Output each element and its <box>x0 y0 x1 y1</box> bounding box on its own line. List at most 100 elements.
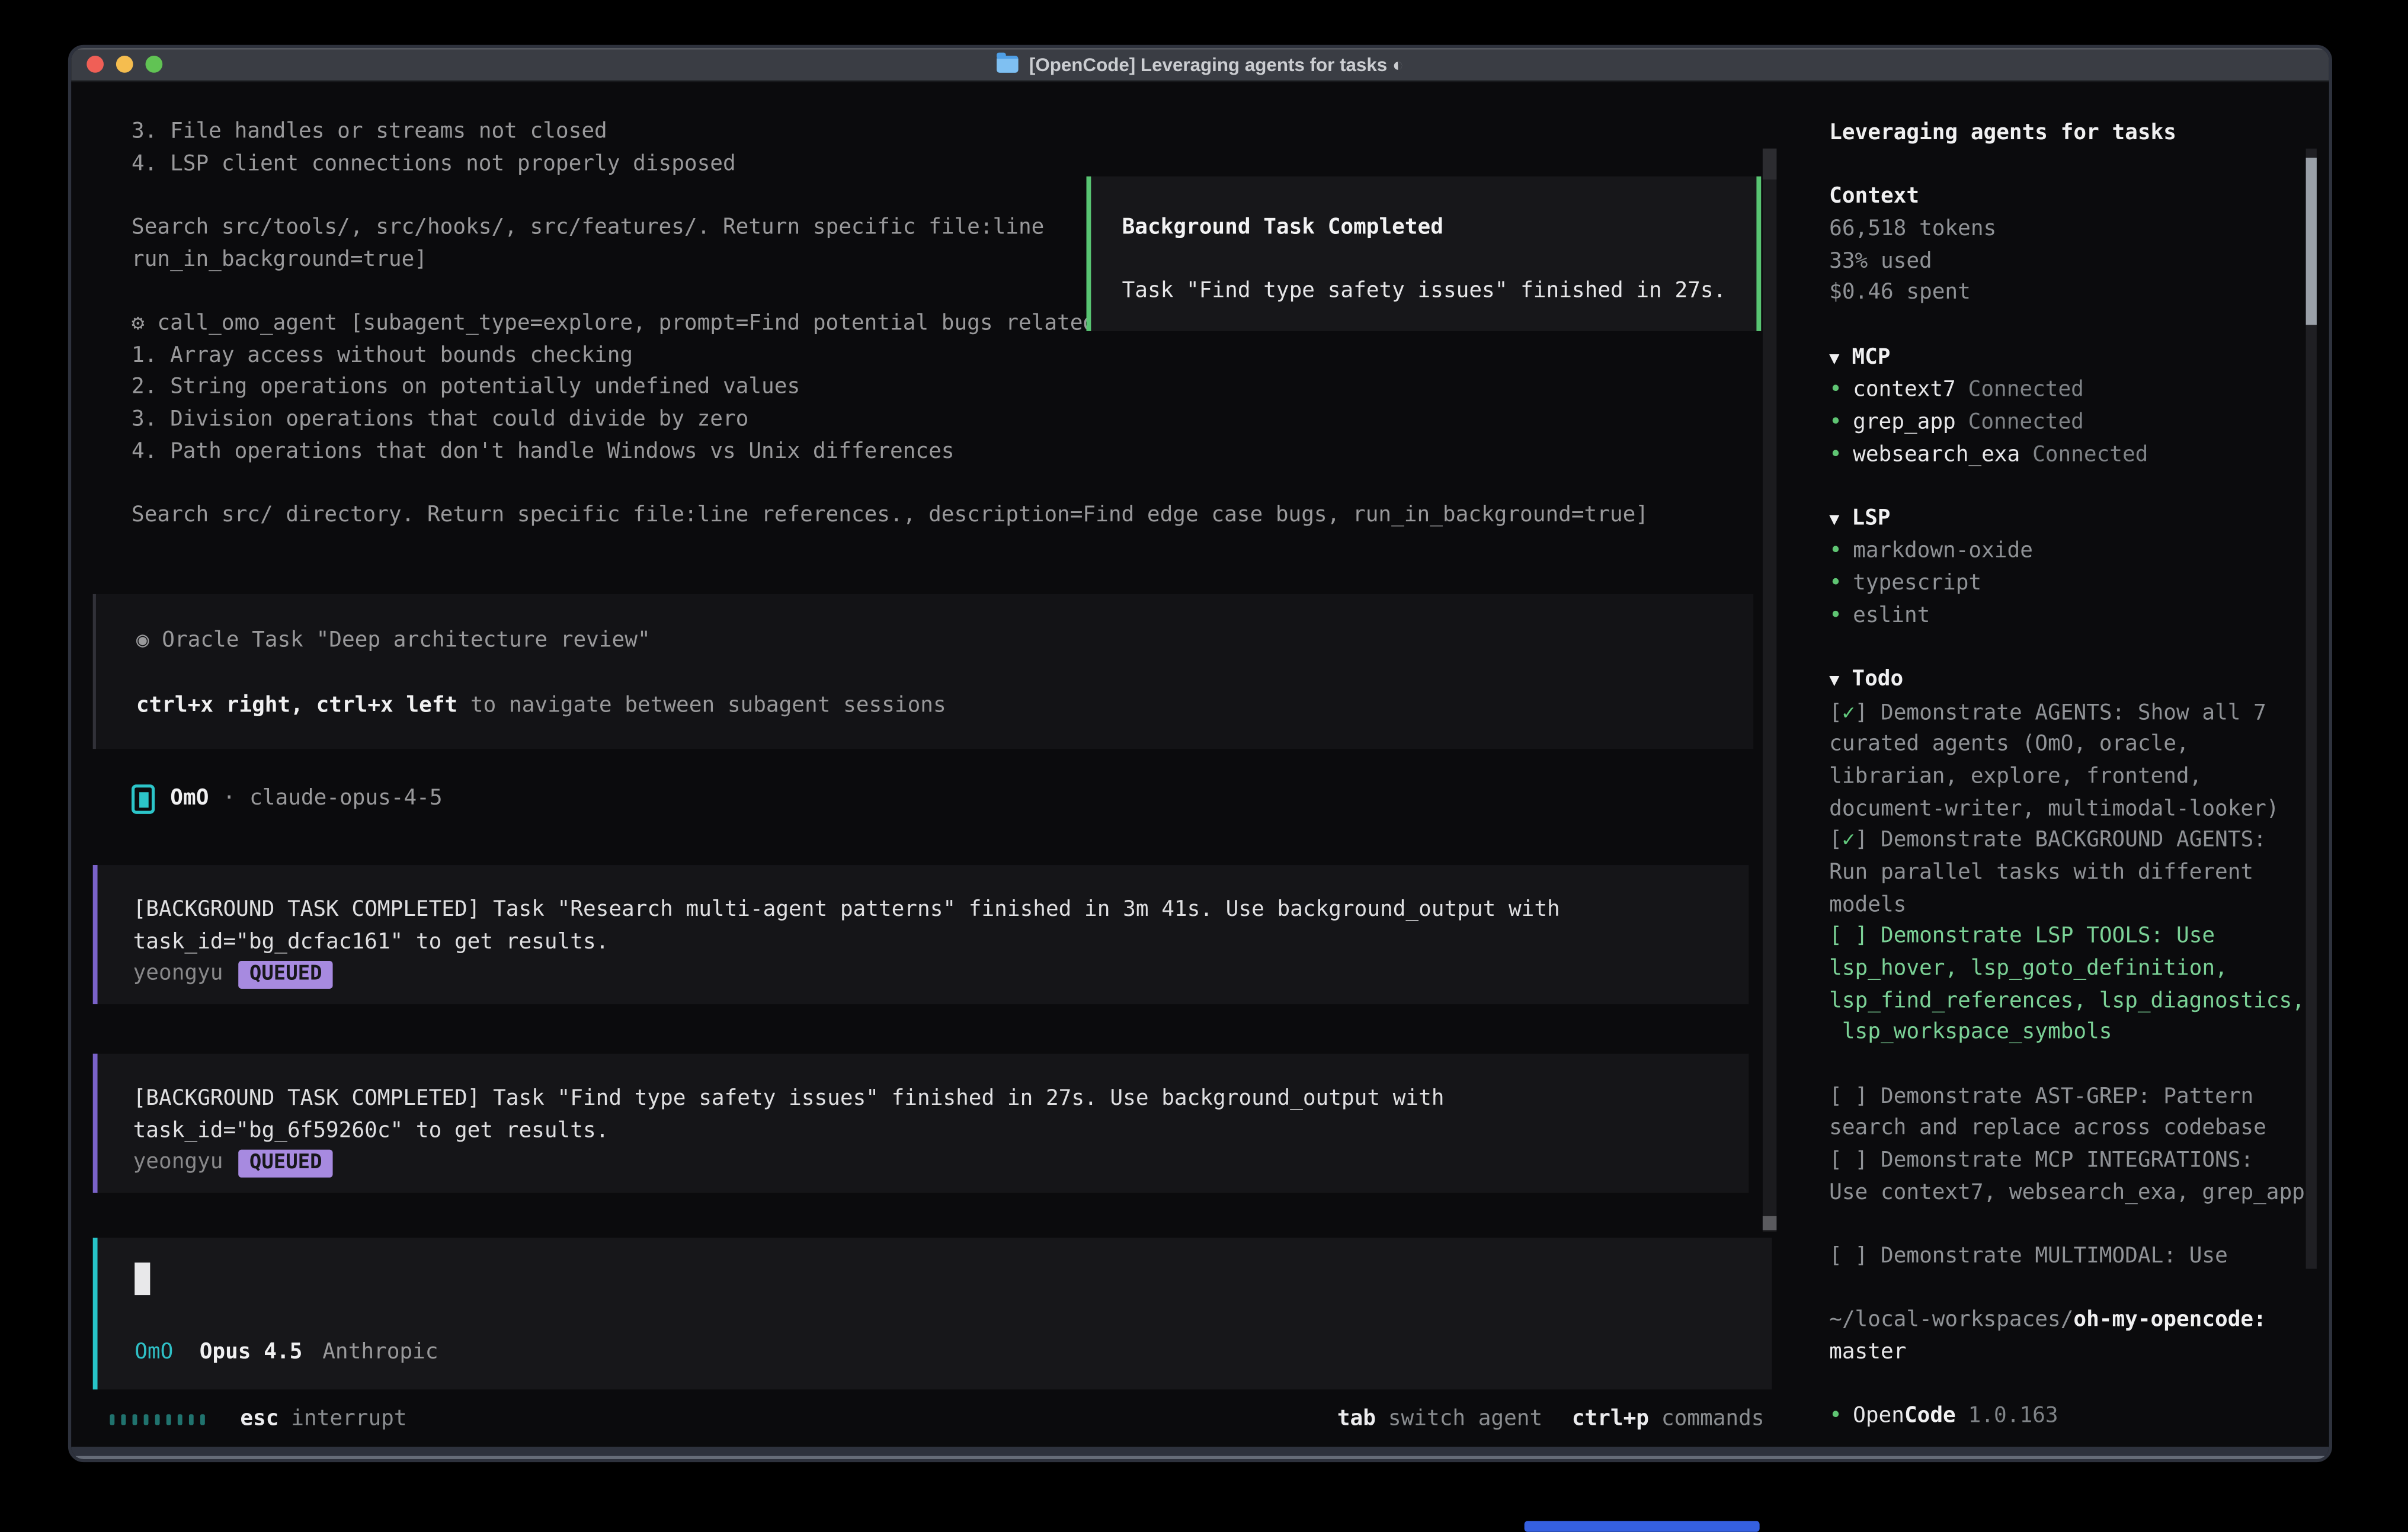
window-title-text: [OpenCode] Leveraging agents for tasks ◐ <box>1029 53 1404 75</box>
oracle-task-header: ◉ Oracle Task "Deep architecture review" <box>136 626 1753 658</box>
context-spent: $0.46 spent <box>1829 277 2305 309</box>
mcp-item-status: Connected <box>1968 378 2084 403</box>
terminal-line <box>132 467 1776 499</box>
desktop: [OpenCode] Leveraging agents for tasks ◐… <box>0 0 2408 1532</box>
mcp-item-status: Connected <box>2032 442 2148 467</box>
mcp-item: • websearch_exa Connected <box>1829 439 2305 471</box>
bullet-icon: • <box>1829 1403 1842 1428</box>
mcp-item-name: context7 <box>1853 378 1956 403</box>
checkbox-bracket: [ <box>1829 924 1842 949</box>
checkbox-state-icon: ✓ <box>1842 828 1855 853</box>
esc-key-label: interrupt <box>291 1404 406 1436</box>
task-message-text: [BACKGROUND TASK COMPLETED] Task "Find t… <box>133 1083 1749 1147</box>
sidebar-scrollbar[interactable] <box>2306 149 2317 1269</box>
notification-body: Task "Find type safety issues" finished … <box>1122 276 1757 308</box>
mcp-item-name: grep_app <box>1853 410 1956 435</box>
background-task-message: [BACKGROUND TASK COMPLETED] Task "Find t… <box>93 1054 1749 1193</box>
lsp-item-name: typescript <box>1853 571 1981 596</box>
terminal-line: 4. LSP client connections not properly d… <box>132 148 1776 180</box>
lsp-heading[interactable]: ▼LSP <box>1829 502 2305 536</box>
chat-scrollbar-thumb-top[interactable] <box>1763 149 1777 180</box>
shortcut-hint: to navigate between subagent sessions <box>457 693 946 718</box>
mcp-list: • context7 Connected • grep_app Connected • web… <box>1829 375 2305 471</box>
chat-scrollbar-thumb-bottom[interactable] <box>1763 1216 1777 1230</box>
background-task-notification: Background Task Completed Task "Find typ… <box>1086 177 1761 331</box>
terminal-line: Search src/ directory. Return specific f… <box>132 499 1776 531</box>
mcp-item-name: websearch_exa <box>1853 442 2020 467</box>
mcp-heading-text: MCP <box>1852 344 1890 369</box>
todo-heading[interactable]: ▼Todo <box>1829 664 2305 698</box>
todo-item-text: Demonstrate BACKGROUND AGENTS: Run paral… <box>1829 828 2266 917</box>
status-bar: esc interrupt tab switch agent ctrl+p co… <box>110 1405 1764 1435</box>
app-name-bold: Code <box>1904 1403 1956 1428</box>
queued-badge: QUEUED <box>239 1149 333 1177</box>
sidebar-scrollbar-thumb[interactable] <box>2306 158 2317 325</box>
session-title: Leveraging agents for tasks <box>1829 117 2305 149</box>
terminal-line: 4. Path operations that don't handle Win… <box>132 435 1776 467</box>
traffic-lights <box>87 56 162 73</box>
todo-item: [ ] Demonstrate MULTIMODAL: Use <box>1829 1241 2305 1273</box>
checkbox-bracket: ] <box>1855 924 1881 949</box>
checkbox-bracket: [ <box>1829 1148 1842 1173</box>
context-section: Context 66,518 tokens 33% used $0.46 spe… <box>1829 181 2305 309</box>
mcp-item: • context7 Connected <box>1829 375 2305 407</box>
workspace-path: ~/local-workspaces/oh-my-opencode: maste… <box>1829 1305 2305 1368</box>
app-window: [OpenCode] Leveraging agents for tasks ◐… <box>68 45 2332 1462</box>
todo-item: [✓] Demonstrate AGENTS: Show all 7 curat… <box>1829 697 2305 825</box>
checkbox-state-icon <box>1842 1148 1855 1173</box>
todo-item-text: Demonstrate AST-GREP: Pattern search and… <box>1829 1084 2266 1141</box>
checkbox-bracket: ] <box>1855 828 1881 853</box>
checkbox-bracket: [ <box>1829 1084 1842 1109</box>
app-name-regular: Open <box>1853 1403 1904 1428</box>
checkbox-bracket: ] <box>1855 1084 1881 1109</box>
tab-key-label: switch agent <box>1388 1404 1542 1436</box>
queued-badge: QUEUED <box>239 960 333 988</box>
input-provider-name: Anthropic <box>322 1337 438 1369</box>
bullet-icon: • <box>1829 442 1842 467</box>
oracle-task-panel: ◉ Oracle Task "Deep architecture review"… <box>93 595 1753 749</box>
folder-icon <box>997 56 1019 73</box>
esc-key-hint: esc <box>240 1404 278 1436</box>
todo-item-text: Demonstrate MCP INTEGRATIONS: Use contex… <box>1829 1148 2305 1205</box>
mcp-heading[interactable]: ▼MCP <box>1829 341 2305 375</box>
window-titlebar[interactable]: [OpenCode] Leveraging agents for tasks ◐ <box>71 48 2329 82</box>
todo-section: ▼Todo [✓] Demonstrate AGENTS: Show all 7… <box>1829 664 2305 1273</box>
prompt-input[interactable]: OmO Opus 4.5 Anthropic <box>93 1238 1772 1389</box>
spinner-icon <box>110 1415 114 1425</box>
task-author: yeongyu <box>133 1147 223 1179</box>
ctrlp-key-label: commands <box>1661 1404 1765 1436</box>
lsp-section: ▼LSP •markdown-oxide•typescript•eslint <box>1829 502 2305 632</box>
bullet-icon: • <box>1829 378 1842 403</box>
agent-icon-core <box>139 792 148 807</box>
workspace-line: ~/local-workspaces/oh-my-opencode: <box>1829 1305 2305 1337</box>
terminal-line: 2. String operations on potentially unde… <box>132 371 1776 403</box>
spacer <box>136 658 1753 690</box>
todo-item: [✓] Demonstrate BACKGROUND AGENTS: Run p… <box>1829 825 2305 921</box>
bullet-icon: • <box>1829 603 1842 628</box>
separator-dot: · <box>223 784 236 816</box>
chat-scrollbar[interactable] <box>1763 149 1777 1232</box>
app-version: 1.0.163 <box>1968 1403 2058 1428</box>
task-message-text: [BACKGROUND TASK COMPLETED] Task "Resear… <box>133 895 1749 959</box>
agent-header: OmO · claude-opus-4-5 <box>132 784 1776 816</box>
bullet-icon: • <box>1829 410 1842 435</box>
task-message-meta: yeongyu QUEUED <box>133 1147 1749 1179</box>
todo-item: [ ] Demonstrate AST-GREP: Pattern search… <box>1829 1081 2305 1145</box>
todo-item: [ ] Demonstrate LSP TOOLS: Use lsp_hover… <box>1829 921 2305 1049</box>
tab-key-hint: tab <box>1337 1404 1376 1436</box>
terminal-content: 3. File handles or streams not closed4. … <box>71 82 2329 1447</box>
oracle-task-hint: ctrl+x right, ctrl+x left to navigate be… <box>136 690 1753 722</box>
checkbox-state-icon <box>1842 1244 1855 1269</box>
close-button[interactable] <box>87 56 104 73</box>
todo-item-text: Demonstrate MULTIMODAL: Use <box>1881 1244 2228 1269</box>
mcp-section: ▼MCP • context7 Connected • grep_app Connecte… <box>1829 341 2305 470</box>
context-used: 33% used <box>1829 245 2305 277</box>
lsp-item: •eslint <box>1829 600 2305 632</box>
spacer <box>1122 244 1757 276</box>
todo-heading-text: Todo <box>1852 667 1903 692</box>
task-message-meta: yeongyu QUEUED <box>133 959 1749 991</box>
input-agent-name: OmO <box>135 1337 173 1369</box>
minimize-button[interactable] <box>116 56 133 73</box>
zoom-button[interactable] <box>146 56 163 73</box>
task-author: yeongyu <box>133 959 223 991</box>
